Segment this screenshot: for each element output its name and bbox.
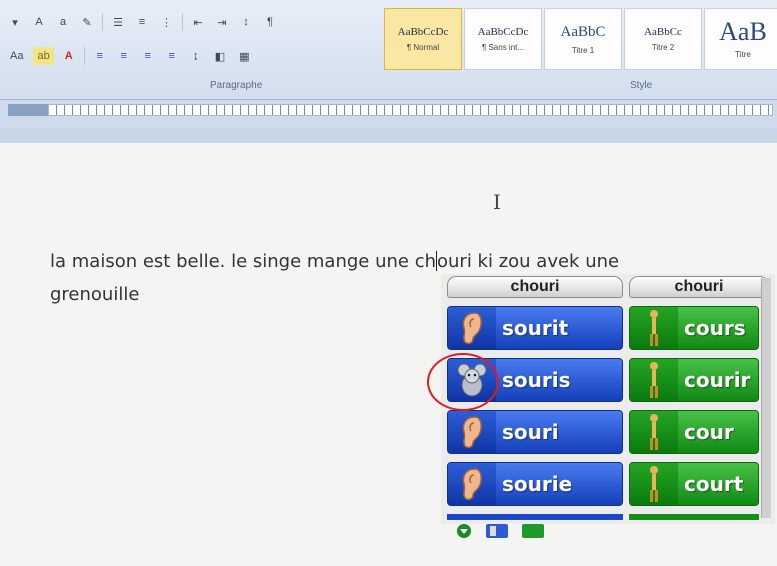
style-heading-1[interactable]: AaBbC Titre 1 bbox=[544, 8, 622, 70]
running-figure-icon bbox=[630, 463, 678, 505]
format-toolbar-row-1: ▾ A a ✎ ☰ ≡ ⋮ ⇤ ⇥ ↕ ¶ bbox=[6, 10, 279, 34]
borders-icon[interactable]: ▦ bbox=[235, 47, 253, 65]
bullets-icon[interactable]: ☰ bbox=[109, 13, 127, 31]
shrink-font-icon[interactable]: a bbox=[54, 13, 72, 31]
prediction-header-right: chouri bbox=[629, 276, 769, 298]
running-figure-icon bbox=[630, 359, 678, 401]
suggestion-souri[interactable]: souri bbox=[447, 410, 623, 454]
change-case-icon[interactable]: Aa bbox=[6, 47, 27, 65]
suggestion-sourie[interactable]: sourie bbox=[447, 462, 623, 506]
ribbon: ▾ A a ✎ ☰ ≡ ⋮ ⇤ ⇥ ↕ ¶ Aa ab A ≡ ≡ ≡ ≡ ↨ … bbox=[0, 0, 777, 100]
ear-icon bbox=[448, 411, 496, 453]
style-name: Titre 2 bbox=[651, 43, 675, 52]
pilcrow-icon[interactable]: ¶ bbox=[261, 13, 279, 31]
separator bbox=[102, 13, 103, 31]
ear-icon bbox=[448, 463, 496, 505]
justify-icon[interactable]: ≡ bbox=[163, 47, 181, 65]
suggestion-cour[interactable]: cour bbox=[629, 410, 759, 454]
grow-font-icon[interactable]: A bbox=[30, 13, 48, 31]
style-name: ¶ Normal bbox=[406, 43, 440, 52]
align-left-icon[interactable]: ≡ bbox=[91, 47, 109, 65]
suggestion-label: souri bbox=[502, 420, 559, 444]
suggestion-label: sourie bbox=[502, 472, 573, 496]
document-line-2[interactable]: grenouille bbox=[50, 284, 139, 305]
style-preview: AaB bbox=[719, 17, 767, 46]
style-preview: AaBbC bbox=[560, 23, 606, 40]
settings-toggle-icon[interactable] bbox=[522, 523, 544, 539]
style-name: ¶ Sans int... bbox=[481, 43, 525, 52]
style-normal[interactable]: AaBbCcDc ¶ Normal bbox=[384, 8, 462, 70]
suggestion-label: cour bbox=[684, 420, 734, 444]
decrease-indent-icon[interactable]: ⇤ bbox=[189, 13, 207, 31]
highlight-color-icon[interactable]: ab bbox=[33, 47, 54, 65]
suggestion-courir[interactable]: courir bbox=[629, 358, 759, 402]
style-name: Titre 1 bbox=[571, 45, 595, 55]
style-name: Titre bbox=[735, 50, 751, 59]
font-size-dropdown[interactable]: ▾ bbox=[6, 13, 24, 31]
highlight-circle bbox=[427, 353, 499, 411]
suggestion-court[interactable]: court bbox=[629, 462, 759, 506]
text-before-caret: la maison est belle. le singe mange une … bbox=[50, 251, 437, 272]
increase-indent-icon[interactable]: ⇥ bbox=[213, 13, 231, 31]
down-arrow-icon[interactable] bbox=[456, 523, 472, 539]
font-color-icon[interactable]: A bbox=[60, 47, 78, 65]
ruler-bottom-strip bbox=[0, 128, 777, 143]
prediction-bottom-tools bbox=[456, 523, 544, 539]
ear-icon bbox=[448, 307, 496, 349]
quick-styles-gallery: AaBbCcDc ¶ Normal AaBbCcDc ¶ Sans int...… bbox=[384, 8, 777, 72]
sort-icon[interactable]: ↕ bbox=[237, 13, 255, 31]
text-cursor-icon: I bbox=[493, 190, 501, 214]
separator bbox=[83, 47, 85, 65]
document-line-1[interactable]: la maison est belle. le singe mange une … bbox=[50, 251, 619, 272]
style-preview: AaBbCc bbox=[644, 26, 682, 38]
shading-icon[interactable]: ◧ bbox=[211, 47, 229, 65]
align-right-icon[interactable]: ≡ bbox=[139, 47, 157, 65]
style-group-label: Style bbox=[630, 80, 653, 91]
suggestion-label: souris bbox=[502, 368, 571, 392]
paragraph-group-label: Paragraphe bbox=[210, 80, 263, 91]
suggestion-label: cours bbox=[684, 316, 746, 340]
style-preview: AaBbCcDc bbox=[477, 26, 529, 38]
format-toolbar-row-2: Aa ab A ≡ ≡ ≡ ≡ ↨ ◧ ▦ bbox=[6, 44, 254, 68]
dictionary-icon[interactable] bbox=[486, 523, 508, 539]
numbering-icon[interactable]: ≡ bbox=[133, 13, 151, 31]
ruler-margin bbox=[8, 104, 48, 116]
line-spacing-icon[interactable]: ↨ bbox=[187, 47, 205, 65]
suggestion-sourit[interactable]: sourit bbox=[447, 306, 623, 350]
style-title[interactable]: AaB Titre bbox=[704, 8, 777, 70]
prediction-header-left: chouri bbox=[447, 276, 623, 298]
text-after-caret: ouri ki zou avek une bbox=[437, 251, 620, 272]
horizontal-ruler[interactable] bbox=[48, 104, 773, 116]
prediction-scrollbar[interactable] bbox=[761, 278, 771, 518]
suggestion-label: sourit bbox=[502, 316, 569, 340]
suggestion-label: courir bbox=[684, 368, 751, 392]
align-center-icon[interactable]: ≡ bbox=[115, 47, 133, 65]
style-no-spacing[interactable]: AaBbCcDc ¶ Sans int... bbox=[464, 8, 542, 70]
separator bbox=[182, 13, 183, 31]
suggestion-label: court bbox=[684, 472, 744, 496]
running-figure-icon bbox=[630, 411, 678, 453]
suggestion-partial-left bbox=[447, 514, 623, 520]
suggestion-cours[interactable]: cours bbox=[629, 306, 759, 350]
clear-format-icon[interactable]: ✎ bbox=[78, 13, 96, 31]
multilevel-list-icon[interactable]: ⋮ bbox=[157, 13, 176, 31]
style-preview: AaBbCcDc bbox=[397, 26, 449, 38]
running-figure-icon bbox=[630, 307, 678, 349]
style-heading-2[interactable]: AaBbCc Titre 2 bbox=[624, 8, 702, 70]
suggestion-partial-right bbox=[629, 514, 759, 520]
